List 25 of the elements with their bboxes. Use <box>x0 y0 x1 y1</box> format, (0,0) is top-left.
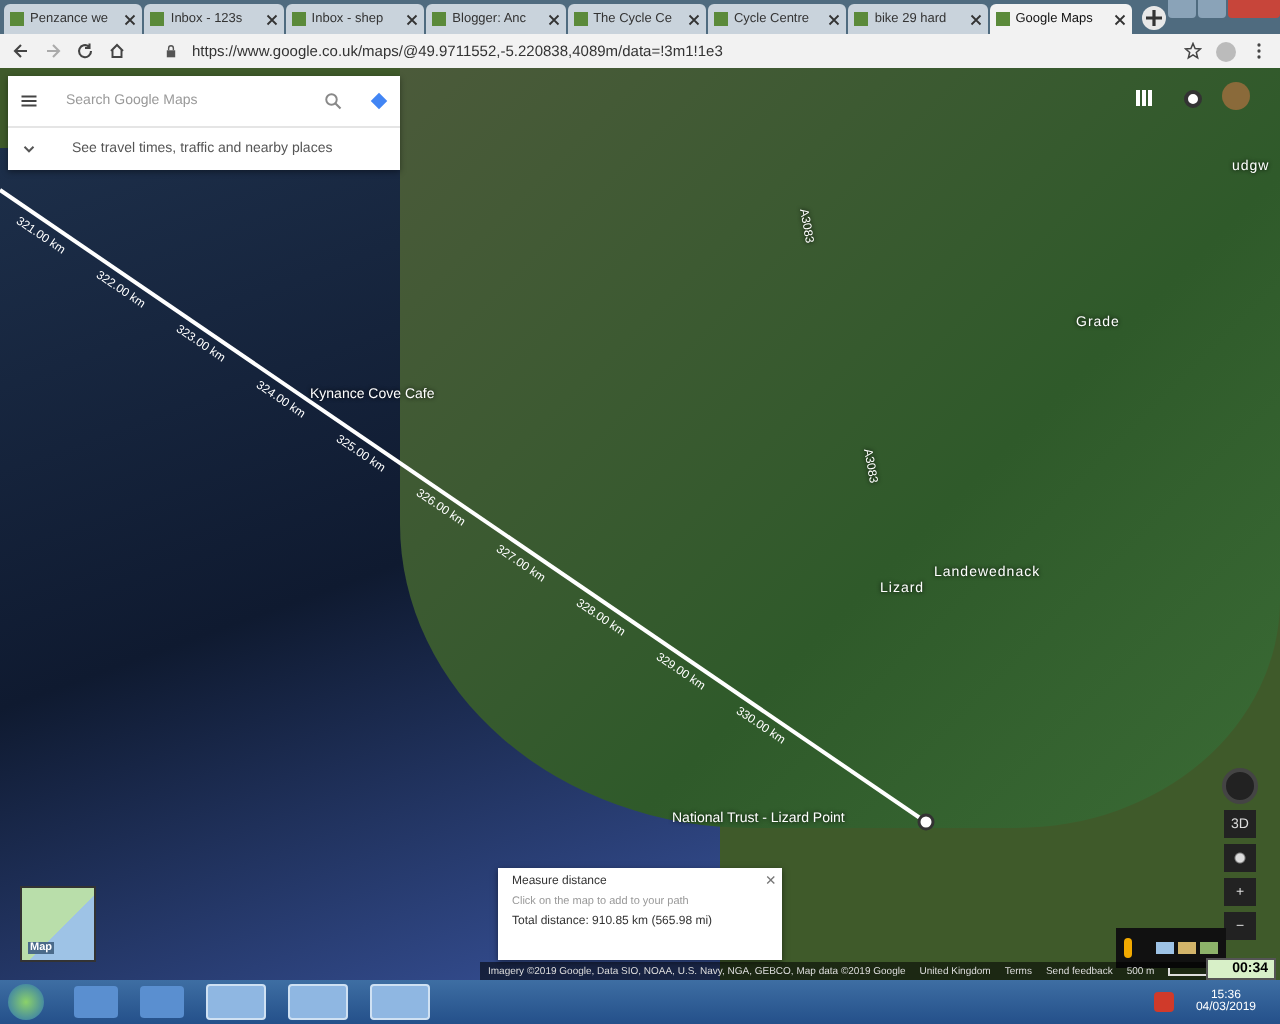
lock-icon <box>164 44 178 58</box>
apps-grid-icon[interactable] <box>1136 90 1152 106</box>
chevron-down-icon <box>20 140 38 158</box>
favicon-icon <box>432 12 447 26</box>
home-icon[interactable] <box>108 42 126 60</box>
location-icon[interactable] <box>1224 844 1256 872</box>
favicon-icon <box>291 12 306 26</box>
star-icon[interactable] <box>1184 42 1202 60</box>
end-point-icon <box>916 812 936 832</box>
start-button[interactable] <box>8 984 44 1020</box>
favicon-icon <box>713 12 728 26</box>
directions-icon[interactable] <box>370 92 388 110</box>
satellite-map[interactable] <box>0 68 1280 980</box>
search-icon[interactable] <box>324 92 342 110</box>
back-icon[interactable] <box>12 42 30 60</box>
close-button[interactable]: × <box>765 872 776 890</box>
pegman-icon[interactable] <box>1124 938 1132 958</box>
reload-icon[interactable] <box>76 42 94 60</box>
favicon-icon <box>854 12 869 26</box>
favicon-icon <box>10 12 24 26</box>
new-tab-icon[interactable] <box>1142 6 1166 30</box>
favicon-icon <box>995 12 1010 26</box>
menu-icon[interactable] <box>20 92 38 110</box>
favicon-icon <box>150 12 165 26</box>
favicon-icon <box>573 12 588 26</box>
